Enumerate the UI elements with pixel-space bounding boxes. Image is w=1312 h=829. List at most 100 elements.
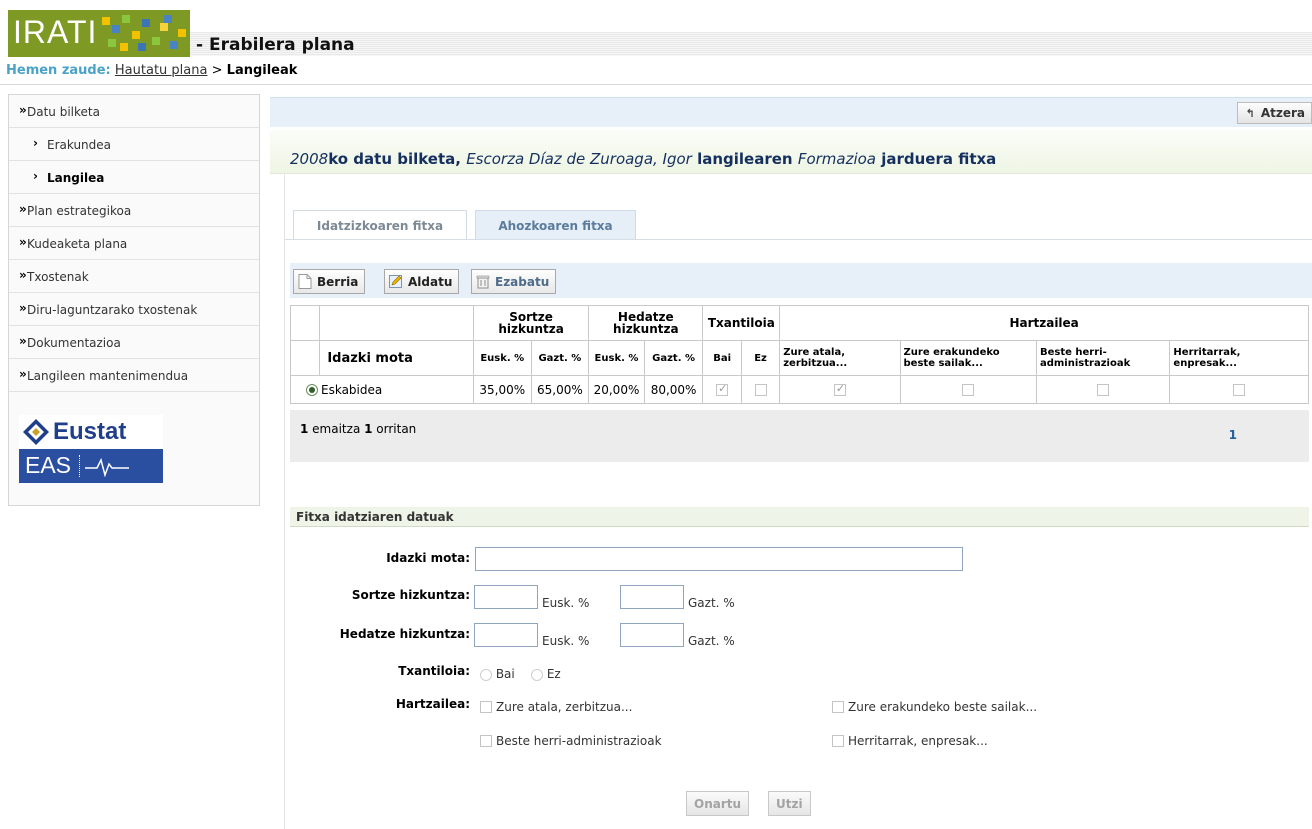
sidebar-item-erakundea[interactable]: › Erakundea xyxy=(9,128,259,161)
header-divider xyxy=(0,84,1312,85)
checkbox-herritarrak-label: Herritarrak, enpresak... xyxy=(848,734,988,748)
sidebar-item-label: Dokumentazioa xyxy=(27,336,121,350)
hartzailea-label: Hartzailea: xyxy=(395,697,470,711)
irati-logo: IRATI xyxy=(8,10,190,57)
delete-button-label: Ezabatu xyxy=(495,275,550,289)
idazki-mota-input[interactable] xyxy=(475,547,963,571)
page-title-text1: ko datu bilketa, xyxy=(328,150,467,168)
hartzailea-zure-atala-option[interactable]: Zure atala, zerbitzua... xyxy=(480,700,632,714)
page-title: 2008ko datu bilketa, Escorza Díaz de Zur… xyxy=(290,150,996,168)
accept-button[interactable]: Onartu xyxy=(686,791,750,816)
pagination-bar: 1 emaitza 1 orritan 1 xyxy=(290,410,1309,462)
txantiloia-bai-option[interactable]: Bai xyxy=(480,667,515,681)
cell-zure-atala xyxy=(779,375,901,404)
cell-ez xyxy=(740,375,781,404)
form-section-title: Fitxa idatziaren datuak xyxy=(290,507,1309,527)
app-header: IRATI - Erabilera plana xyxy=(0,0,1312,60)
radio-bai[interactable] xyxy=(480,668,492,681)
eas-divider xyxy=(79,455,80,477)
sidebar-item-langileen-mantenimendua[interactable]: » Langileen mantenimendua xyxy=(9,359,259,392)
new-document-icon xyxy=(298,274,312,289)
app-title: - Erabilera plana xyxy=(196,35,355,55)
sidebar-item-label: Erakundea xyxy=(47,138,112,152)
txantiloia-ez-option[interactable]: Ez xyxy=(531,667,561,681)
row-select-radio[interactable] xyxy=(306,384,318,396)
hartzailea-herritarrak-option[interactable]: Herritarrak, enpresak... xyxy=(832,734,988,748)
table-group-header-row: Sortze hizkuntza Hedatze hizkuntza Txant… xyxy=(289,305,1309,341)
back-button[interactable]: ↰ Atzera xyxy=(1236,102,1312,124)
double-chevron-icon: » xyxy=(19,202,27,216)
sidebar-item-label: Kudeaketa plana xyxy=(27,237,128,251)
page-link-1[interactable]: 1 xyxy=(1229,428,1237,442)
sortze-eusk-input[interactable] xyxy=(474,585,538,609)
column-header-ez[interactable]: Ez xyxy=(740,340,781,376)
results-text-mid: emaitza xyxy=(308,422,365,436)
checkbox-herritarrak[interactable] xyxy=(832,735,844,747)
pulse-line-icon xyxy=(85,457,129,477)
hedatze-gazt-input[interactable] xyxy=(620,623,684,647)
hartzailea-beste-herri-option[interactable]: Beste herri-administrazioak xyxy=(480,734,662,748)
eustat-logo[interactable]: Eustat EAS xyxy=(19,415,163,483)
page-title-text3: jarduera fitxa xyxy=(876,150,997,168)
cell-beste-herri xyxy=(1035,375,1171,404)
checkbox-beste-herri[interactable] xyxy=(480,735,492,747)
sortze-gazt-input[interactable] xyxy=(620,585,684,609)
cell-herritarrak xyxy=(1169,375,1309,404)
sidebar-item-langilea[interactable]: › Langilea xyxy=(9,161,259,194)
cell-zure-erakundeko xyxy=(899,375,1037,404)
checkbox-zure-erakundeko[interactable] xyxy=(832,701,844,713)
double-chevron-icon: » xyxy=(19,367,27,381)
sidebar-item-diru-laguntzarako-txostenak[interactable]: » Diru-laguntzarako txostenak xyxy=(9,293,259,326)
column-header-idazki-mota[interactable]: Idazki mota xyxy=(319,340,474,376)
table-header-empty xyxy=(289,305,321,341)
double-chevron-icon: » xyxy=(19,334,27,348)
column-header-zure-erakundeko[interactable]: Zure erakundeko beste sailak... xyxy=(899,340,1037,376)
cancel-button[interactable]: Utzi xyxy=(768,791,811,816)
new-button[interactable]: Berria xyxy=(293,269,366,294)
cell-zure-erakundeko-checkbox xyxy=(962,384,975,396)
radio-ez-label: Ez xyxy=(546,667,561,681)
column-header-hedatze-gazt[interactable]: Gazt. % xyxy=(643,340,704,376)
radio-ez[interactable] xyxy=(531,668,543,681)
sidebar: » Datu bilketa › Erakundea › Langilea » Plan… xyxy=(8,94,260,506)
table-header-empty xyxy=(319,305,474,341)
column-header-sortze-gazt[interactable]: Gazt. % xyxy=(530,340,590,376)
cell-ez-checkbox xyxy=(754,384,767,396)
column-header-zure-atala[interactable]: Zure atala, zerbitzua... xyxy=(779,340,901,376)
edit-button[interactable]: Aldatu xyxy=(384,269,460,294)
breadcrumb-link-hautatu-plana[interactable]: Hautatu plana xyxy=(115,63,208,78)
group-header-hedatze: Hedatze hizkuntza xyxy=(588,305,704,341)
hedatze-eusk-unit: Eusk. % xyxy=(542,634,590,648)
title-band: 2008ko datu bilketa, Escorza Díaz de Zur… xyxy=(270,130,1312,174)
sidebar-item-label: Langilea xyxy=(47,171,105,185)
cell-bai-checkbox xyxy=(716,382,729,396)
sidebar-item-label: Diru-laguntzarako txostenak xyxy=(27,303,198,317)
new-button-label: Berria xyxy=(317,275,359,289)
sidebar-item-label: Langileen mantenimendua xyxy=(27,369,189,383)
hartzailea-zure-erakundeko-option[interactable]: Zure erakundeko beste sailak... xyxy=(832,700,1037,714)
table-row[interactable]: Eskabidea 35,00% 65,00% 20,00% 80,00% xyxy=(290,375,1309,404)
sidebar-item-dokumentazioa[interactable]: » Dokumentazioa xyxy=(9,326,259,359)
results-summary: 1 emaitza 1 orritan xyxy=(300,422,416,436)
sidebar-item-datu-bilketa[interactable]: » Datu bilketa xyxy=(9,95,259,128)
delete-button[interactable]: Ezabatu xyxy=(471,269,557,294)
sidebar-item-plan-estrategikoa[interactable]: » Plan estrategikoa xyxy=(9,194,259,227)
column-header-herritarrak[interactable]: Herritarrak, enpresak... xyxy=(1169,340,1309,376)
column-header-bai[interactable]: Bai xyxy=(702,340,742,376)
tab-idatzizkoaren-fitxa[interactable]: Idatzizkoaren fitxa xyxy=(293,210,467,239)
sidebar-item-txostenak[interactable]: » Txostenak xyxy=(9,260,259,293)
column-header-sortze-eusk[interactable]: Eusk. % xyxy=(472,340,532,376)
sidebar-item-kudeaketa-plana[interactable]: » Kudeaketa plana xyxy=(9,227,259,260)
sidebar-item-label: Txostenak xyxy=(27,270,89,284)
hedatze-eusk-input[interactable] xyxy=(474,623,538,647)
column-header-hedatze-eusk[interactable]: Eusk. % xyxy=(588,340,645,376)
cell-beste-herri-checkbox xyxy=(1097,384,1110,396)
column-header-beste-herri[interactable]: Beste herri-administrazioak xyxy=(1035,340,1171,376)
data-table: Sortze hizkuntza Hedatze hizkuntza Txant… xyxy=(289,305,1309,404)
back-button-label: Atzera xyxy=(1260,106,1305,120)
tab-ahozkoaren-fitxa[interactable]: Ahozkoaren fitxa xyxy=(475,210,636,239)
back-arrow-icon: ↰ xyxy=(1245,107,1255,120)
hedatze-hizkuntza-label: Hedatze hizkuntza: xyxy=(339,627,470,641)
sidebar-item-label: Datu bilketa xyxy=(27,105,100,119)
checkbox-zure-atala[interactable] xyxy=(480,701,492,713)
